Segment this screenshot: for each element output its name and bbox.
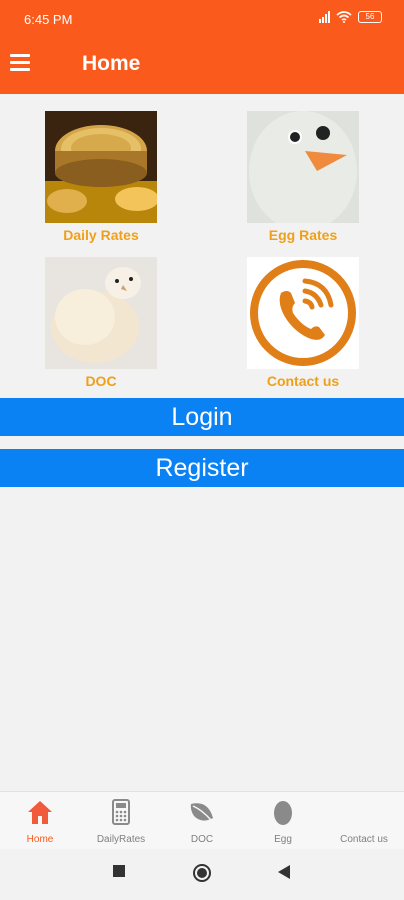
nav-item-home[interactable]: Home [0, 798, 80, 845]
nav-item-contact-us[interactable]: Contact us [324, 798, 404, 845]
tile-label: Daily Rates [63, 227, 139, 243]
recents-button[interactable] [113, 865, 125, 877]
nav-label: Contact us [340, 834, 388, 845]
login-button[interactable]: Login [0, 398, 404, 436]
status-time: 6:45 PM [24, 12, 73, 27]
tile-doc[interactable]: DOC [26, 257, 176, 389]
bottom-nav: Home DailyRates DOC Egg Contact us [0, 791, 404, 849]
nav-item-daily-rates[interactable]: DailyRates [81, 798, 161, 845]
nav-label: DOC [190, 834, 214, 845]
egg-icon [274, 801, 292, 825]
register-button[interactable]: Register [0, 449, 404, 487]
nav-item-doc[interactable]: DOC [162, 798, 242, 845]
menu-icon[interactable] [10, 54, 30, 74]
home-button[interactable] [192, 863, 212, 883]
battery-icon: 56 [358, 11, 382, 23]
back-button[interactable] [278, 865, 290, 879]
leaf-icon [190, 803, 213, 821]
calculator-icon [112, 799, 130, 825]
contact-icon [350, 798, 378, 826]
tile-daily-rates[interactable]: Daily Rates [26, 111, 176, 243]
signal-icon [319, 11, 330, 23]
nav-label: Egg [274, 834, 292, 845]
tile-egg-rates[interactable]: Egg Rates [228, 111, 378, 243]
tile-label: Egg Rates [268, 227, 338, 243]
nav-label: DailyRates [96, 834, 146, 845]
tile-label: DOC [85, 373, 117, 389]
system-nav-bar [0, 849, 404, 900]
chick-image [45, 257, 157, 369]
coins-image [45, 111, 157, 223]
home-icon [28, 801, 52, 824]
egg-face-image [247, 111, 359, 223]
status-icons: 56 [319, 11, 382, 23]
app-bar: Home [0, 38, 404, 94]
page-title: Home [82, 52, 141, 75]
tile-label: Contact us [266, 373, 340, 389]
wifi-icon [336, 11, 352, 23]
nav-label: Home [26, 834, 54, 845]
tile-contact-us[interactable]: Contact us [228, 257, 378, 389]
phone-circle-icon [247, 257, 359, 369]
nav-item-egg[interactable]: Egg [243, 798, 323, 845]
status-bar: 6:45 PM 56 [0, 0, 404, 38]
